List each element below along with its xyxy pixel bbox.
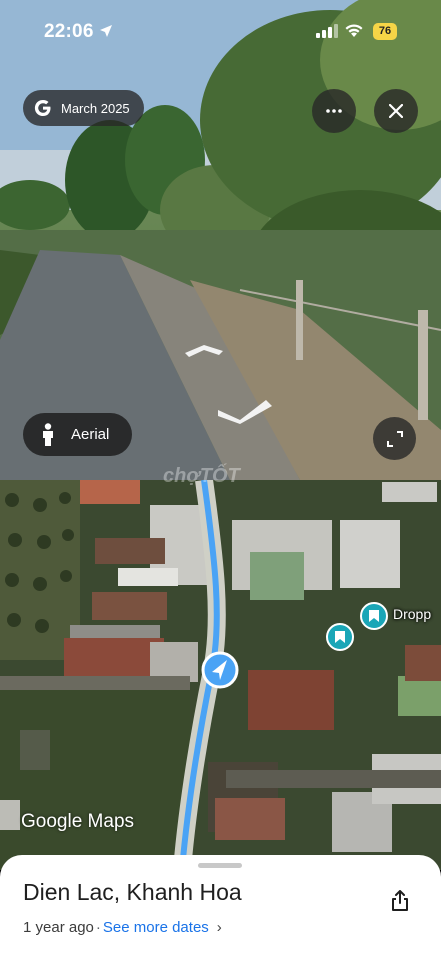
capture-age: 1 year ago bbox=[23, 919, 94, 936]
sheet-drag-handle[interactable] bbox=[198, 863, 242, 868]
google-maps-logo: Google Maps bbox=[21, 811, 135, 832]
capture-date-label: March 2025 bbox=[61, 100, 130, 116]
navigate-forward-chevron[interactable] bbox=[218, 398, 272, 424]
see-more-dates-link[interactable]: See more dates bbox=[103, 919, 209, 936]
close-button[interactable] bbox=[374, 89, 418, 133]
status-bar: 22:06 76 bbox=[0, 0, 441, 64]
place-title: Dien Lac, Khanh Hoa bbox=[23, 879, 242, 905]
expand-icon bbox=[386, 430, 403, 447]
watermark: chợTỐT bbox=[163, 465, 240, 487]
close-icon bbox=[389, 104, 403, 118]
place-sheet[interactable]: Dien Lac, Khanh Hoa 1 year ago · See more … bbox=[0, 855, 441, 960]
location-arrow-icon bbox=[100, 25, 112, 37]
more-horizontal-icon bbox=[326, 109, 342, 113]
navigate-back-chevron[interactable] bbox=[185, 345, 223, 359]
chevron-right-icon[interactable]: › bbox=[217, 919, 222, 936]
capture-date-chip[interactable]: March 2025 bbox=[23, 90, 144, 126]
place-subtitle: 1 year ago · See more dates › bbox=[23, 919, 222, 936]
street-view-panel[interactable]: 22:06 76 March 2025 Aerial bbox=[0, 0, 441, 480]
wifi-icon bbox=[345, 24, 363, 37]
status-time: 22:06 bbox=[44, 21, 94, 42]
separator: · bbox=[95, 919, 101, 936]
more-options-button[interactable] bbox=[312, 89, 356, 133]
battery-indicator: 76 bbox=[373, 23, 397, 40]
aerial-button[interactable]: Aerial bbox=[23, 413, 132, 456]
aerial-label: Aerial bbox=[71, 426, 110, 443]
google-g-icon bbox=[34, 100, 51, 116]
share-button[interactable] bbox=[384, 885, 416, 917]
share-icon bbox=[392, 890, 408, 911]
map-pin-label[interactable]: Dropp bbox=[393, 606, 431, 622]
expand-button[interactable] bbox=[373, 417, 416, 460]
pegman-icon bbox=[43, 422, 53, 446]
cellular-signal-icon bbox=[316, 24, 338, 38]
